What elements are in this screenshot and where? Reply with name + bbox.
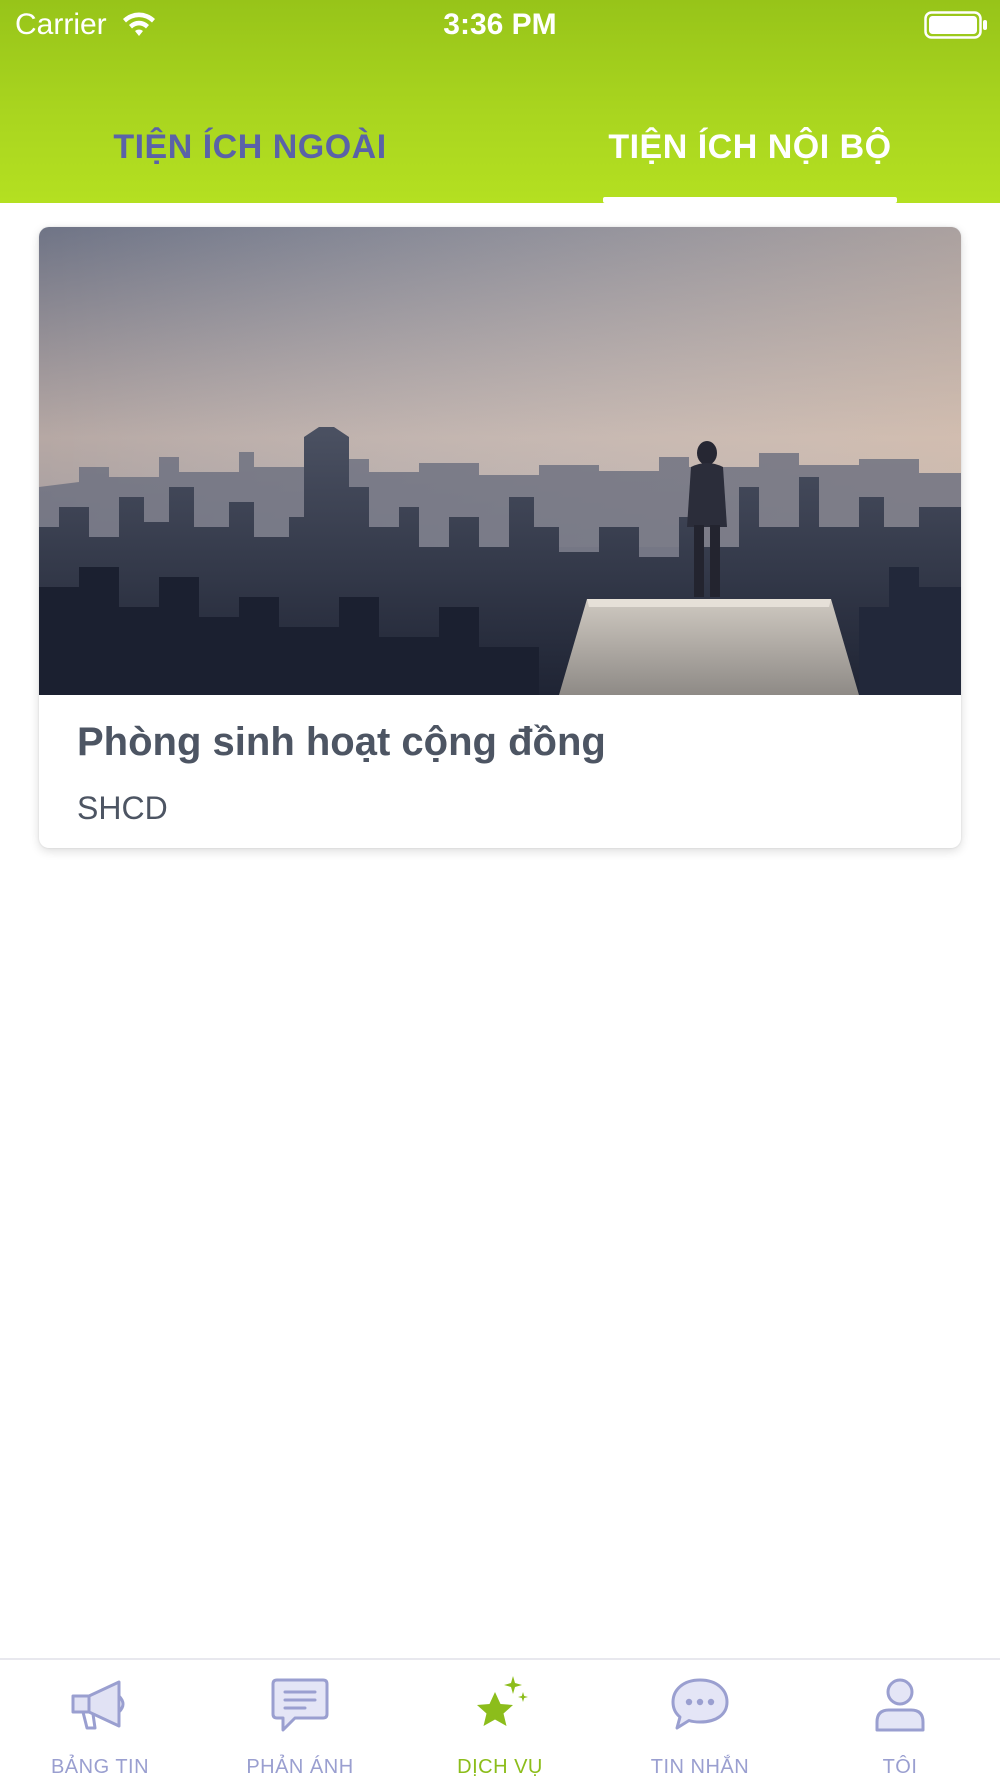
app-header: Carrier 3:36 PM TIỆN ÍCH NGOÀI TIỆN ÍCH … (0, 0, 1000, 203)
megaphone-icon (71, 1680, 125, 1730)
nav-news[interactable]: BẢNG TIN (0, 1660, 200, 1778)
nav-news-label: BẢNG TIN (50, 1756, 150, 1778)
nav-services-label: DỊCH VỤ (457, 1756, 543, 1778)
nav-messages-label: TIN NHẮN (650, 1756, 750, 1778)
facility-card[interactable]: Phòng sinh hoạt cộng đồng SHCD (39, 227, 961, 848)
chat-bubble-icon (671, 1678, 729, 1730)
tab-external-utilities[interactable]: TIỆN ÍCH NGOÀI (0, 112, 500, 203)
facility-title: Phòng sinh hoạt cộng đồng (77, 720, 606, 764)
tab-bar: TIỆN ÍCH NGOÀI TIỆN ÍCH NỘI BỘ (0, 112, 1000, 203)
feedback-icon (271, 1678, 329, 1732)
active-tab-indicator (603, 197, 897, 203)
nav-feedback-label: PHẢN ÁNH (246, 1756, 354, 1778)
status-bar: Carrier 3:36 PM (0, 0, 1000, 52)
nav-services[interactable]: DỊCH VỤ (400, 1660, 600, 1778)
bottom-navigation: BẢNG TIN PHẢN ÁNH DỊCH VỤ TIN NHẮN TÔI (0, 1658, 1000, 1778)
nav-feedback[interactable]: PHẢN ÁNH (200, 1660, 400, 1778)
nav-profile[interactable]: TÔI (800, 1660, 1000, 1778)
nav-profile-label: TÔI (882, 1756, 918, 1778)
user-icon (875, 1678, 925, 1732)
battery-icon (924, 11, 987, 39)
card-photo (39, 227, 961, 695)
status-time: 3:36 PM (443, 8, 557, 41)
tab-internal-utilities[interactable]: TIỆN ÍCH NỘI BỘ (500, 112, 1000, 203)
nav-messages[interactable]: TIN NHẮN (600, 1660, 800, 1778)
star-icon (477, 1676, 528, 1726)
facility-code: SHCD (77, 790, 168, 826)
